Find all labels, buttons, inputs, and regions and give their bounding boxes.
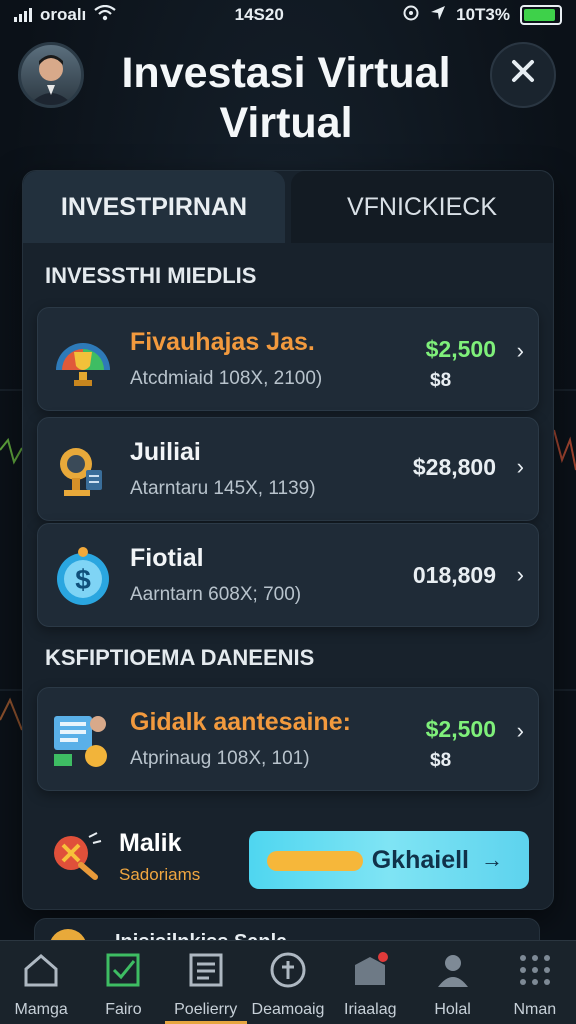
close-button[interactable] [490,42,556,108]
section-title-investments: INVESSTHI MIEDLIS [45,263,257,288]
investment-card[interactable]: Gidalk aantesaine: Atprinaug 108X, 101) … [37,687,539,791]
grid-icon [516,951,554,989]
svg-text:$: $ [75,564,91,595]
checkbox-icon [104,951,142,989]
investment-name: Gidalk aantesaine: [130,708,351,736]
investment-name: Fivauhajas Jas. [130,328,315,356]
sync-icon [402,4,420,27]
nav-item-home[interactable]: Mamga [0,941,82,1024]
malik-sublabel: Sadoriams [119,865,201,884]
page-title: Investasi Virtual Virtual [121,49,451,147]
tab-bar: INVESTPIRNAN VFNICKIECK [23,171,553,243]
investment-name: Fiotial [130,544,204,572]
tab-secondary[interactable]: VFNICKIECK [291,171,553,243]
malik-item[interactable]: Malik Sadoriams [49,821,249,891]
investment-card[interactable]: $ Fiotial Aarntarn 608X; 700) 018,809 › [37,523,539,627]
investment-name: Juiliai [130,438,201,466]
action-button-label: Gkhaiell [371,845,469,874]
nav-item-label: Mamga [14,1001,68,1018]
status-bar: oroalı 14S20 10T3% [0,0,576,30]
nav-item-portfolio[interactable]: Poelierry [164,941,247,1024]
plus-circle-icon [269,951,307,989]
tab-investments[interactable]: INVESTPIRNAN [23,171,285,243]
nav-item-tasks[interactable]: Fairo [82,941,164,1024]
nav-item-label: Poelierry [174,1001,238,1018]
investment-value: $2,500 [425,336,496,362]
home-icon [22,951,60,989]
investment-secondary-value: $8 [430,370,452,391]
action-button[interactable]: Gkhaiell → [249,831,529,889]
carrier-label: oroalı [40,5,87,24]
nav-item-label: Holal [434,1001,471,1018]
clock: 14S20 [234,5,284,24]
tag-icon [49,831,105,886]
investment-details: Atprinaug 108X, 101) [130,748,310,769]
trophy-icon [52,330,114,392]
investment-panel: INVESTPIRNAN VFNICKIECK INVESSTHI MIEDLI… [22,170,554,910]
nav-item-label: Nman [513,1001,557,1018]
person-icon [434,951,472,989]
battery-icon [520,5,562,25]
nav-item-add[interactable]: Deamoaig [247,941,329,1024]
investment-details: Aarntarn 608X; 700) [130,584,302,605]
chevron-right-icon: › [516,338,524,363]
malik-label: Malik [119,829,182,857]
nav-item-profile[interactable]: Holal [411,941,493,1024]
header: Investasi Virtual Virtual [0,40,576,150]
lamp-icon [52,440,114,502]
chevron-right-icon: › [516,718,524,743]
investment-details: Atarntaru 145X, 1139) [130,478,316,499]
close-icon [508,56,538,95]
investment-card[interactable]: Juiliai Atarntaru 145X, 1139) $28,800 › [37,417,539,521]
investment-details: Atcdmiaid 108X, 2100) [130,368,323,389]
battery-percent: 10T3% [456,5,510,24]
chevron-right-icon: › [516,562,524,587]
chevron-right-icon: › [516,454,524,479]
pill-badge [267,851,363,871]
investment-value: $28,800 [412,454,496,480]
nav-item-label: Deamoaig [251,1001,325,1018]
investment-value: 018,809 [412,562,496,588]
inbox-icon [351,951,389,989]
wifi-icon [94,4,116,26]
dollar-coin-icon: $ [52,546,114,608]
bottom-nav: Mamga Fairo Poelierry Deamoaig Iriaalag … [0,940,576,1024]
arrow-right-icon: → [481,847,503,872]
nav-item-label: Iriaalag [344,1001,397,1018]
investment-value: $2,500 [425,716,496,742]
documents-icon [52,710,114,772]
nav-item-inbox[interactable]: Iriaalag [329,941,411,1024]
signal-icon [14,8,32,22]
avatar[interactable] [18,42,84,108]
nav-item-more[interactable]: Nman [494,941,576,1024]
investment-secondary-value: $8 [430,750,452,771]
list-icon [187,951,225,989]
section-title-second: KSFIPTIOEMA DANEENIS [45,645,315,670]
nav-item-label: Fairo [105,1001,142,1018]
investment-card[interactable]: Fivauhajas Jas. Atcdmiaid 108X, 2100) $2… [37,307,539,411]
location-icon [430,5,446,26]
